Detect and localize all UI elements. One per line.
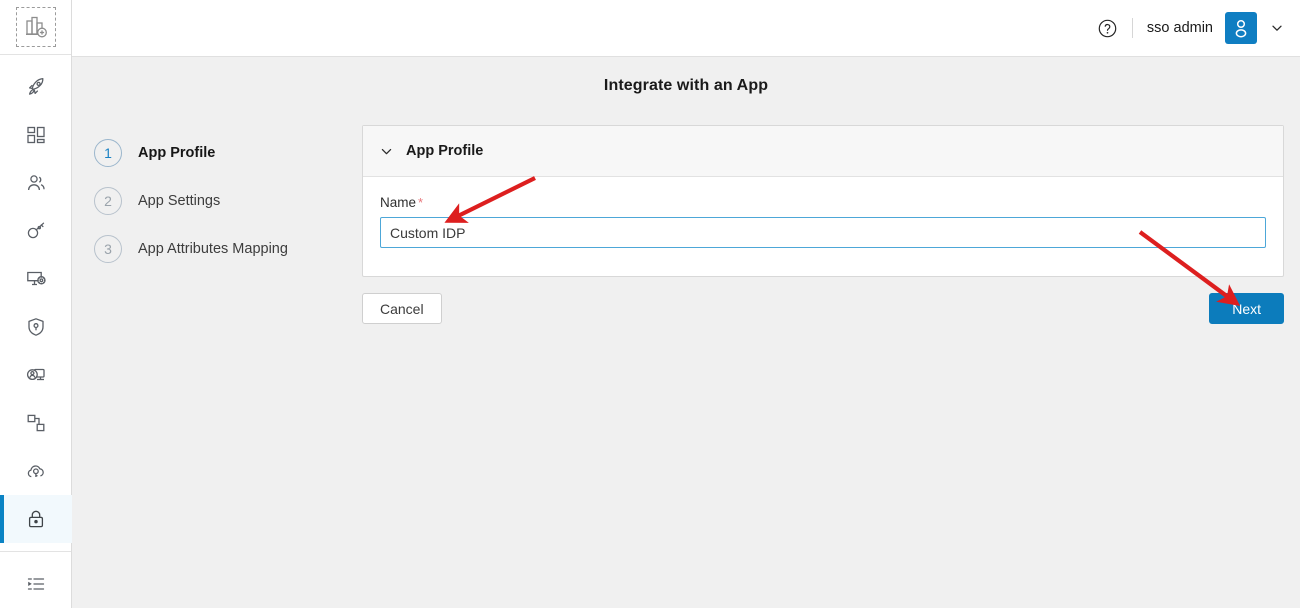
step-label: App Profile xyxy=(138,145,216,161)
app-profile-card-header[interactable]: App Profile xyxy=(363,126,1283,177)
topbar: sso admin xyxy=(72,0,1300,57)
user-name-label: sso admin xyxy=(1146,20,1213,36)
sidebar xyxy=(0,0,72,608)
sidebar-item-security[interactable] xyxy=(0,303,72,351)
wizard-steps: 1 App Profile 2 App Settings 3 App Attri… xyxy=(94,125,362,273)
app-profile-card: App Profile Name * xyxy=(362,125,1284,277)
app-profile-card-title: App Profile xyxy=(406,143,484,159)
sidebar-item-dashboard[interactable] xyxy=(0,111,72,159)
sidebar-item-getting-started[interactable] xyxy=(0,63,72,111)
wizard-actions: Cancel Next xyxy=(362,293,1284,324)
step-label: App Attributes Mapping xyxy=(138,241,288,257)
sidebar-item-users[interactable] xyxy=(0,159,72,207)
required-marker: * xyxy=(418,195,424,210)
next-button[interactable]: Next xyxy=(1209,293,1284,324)
app-root: sso admin Integrate with an App 1 App Pr… xyxy=(0,0,1300,608)
sidebar-item-device-settings[interactable] xyxy=(0,255,72,303)
wizard-panel: App Profile Name* Cancel Next xyxy=(362,125,1284,324)
step-number: 3 xyxy=(94,235,122,263)
step-label: App Settings xyxy=(138,193,221,209)
user-menu-chevron-down-icon[interactable] xyxy=(1270,21,1284,35)
sidebar-logo[interactable] xyxy=(0,0,71,55)
wizard-step-app-settings[interactable]: 2 App Settings xyxy=(94,177,362,225)
sidebar-item-credentials[interactable] xyxy=(0,207,72,255)
wizard-step-app-profile[interactable]: 1 App Profile xyxy=(94,129,362,177)
step-number: 2 xyxy=(94,187,122,215)
name-label-text: Name xyxy=(380,195,417,210)
chevron-down-icon[interactable] xyxy=(379,144,394,159)
main-area: sso admin Integrate with an App 1 App Pr… xyxy=(72,0,1300,608)
sidebar-item-integrations[interactable] xyxy=(0,399,72,447)
sidebar-item-identity[interactable] xyxy=(0,351,72,399)
user-avatar-icon[interactable] xyxy=(1225,12,1257,44)
topbar-divider xyxy=(1131,18,1133,38)
organization-add-icon[interactable] xyxy=(15,7,56,47)
wizard-step-app-attributes-mapping[interactable]: 3 App Attributes Mapping xyxy=(94,225,362,273)
content-area: Integrate with an App 1 App Profile 2 Ap… xyxy=(72,57,1300,608)
name-input[interactable] xyxy=(380,217,1266,248)
cancel-button[interactable]: Cancel xyxy=(362,293,442,324)
page-title: Integrate with an App xyxy=(603,77,769,94)
help-circle-icon[interactable] xyxy=(1094,14,1122,42)
sidebar-item-cloud-access[interactable] xyxy=(0,447,72,495)
step-number: 1 xyxy=(94,139,122,167)
sidebar-nav xyxy=(0,55,72,608)
name-field-label: Name * xyxy=(380,195,1266,210)
sidebar-item-sso[interactable] xyxy=(0,495,72,543)
collapse-menu-icon[interactable] xyxy=(0,560,72,608)
app-profile-card-body: Name * xyxy=(363,177,1283,276)
wizard: 1 App Profile 2 App Settings 3 App Attri… xyxy=(72,95,1300,324)
sidebar-bottom xyxy=(0,552,71,608)
